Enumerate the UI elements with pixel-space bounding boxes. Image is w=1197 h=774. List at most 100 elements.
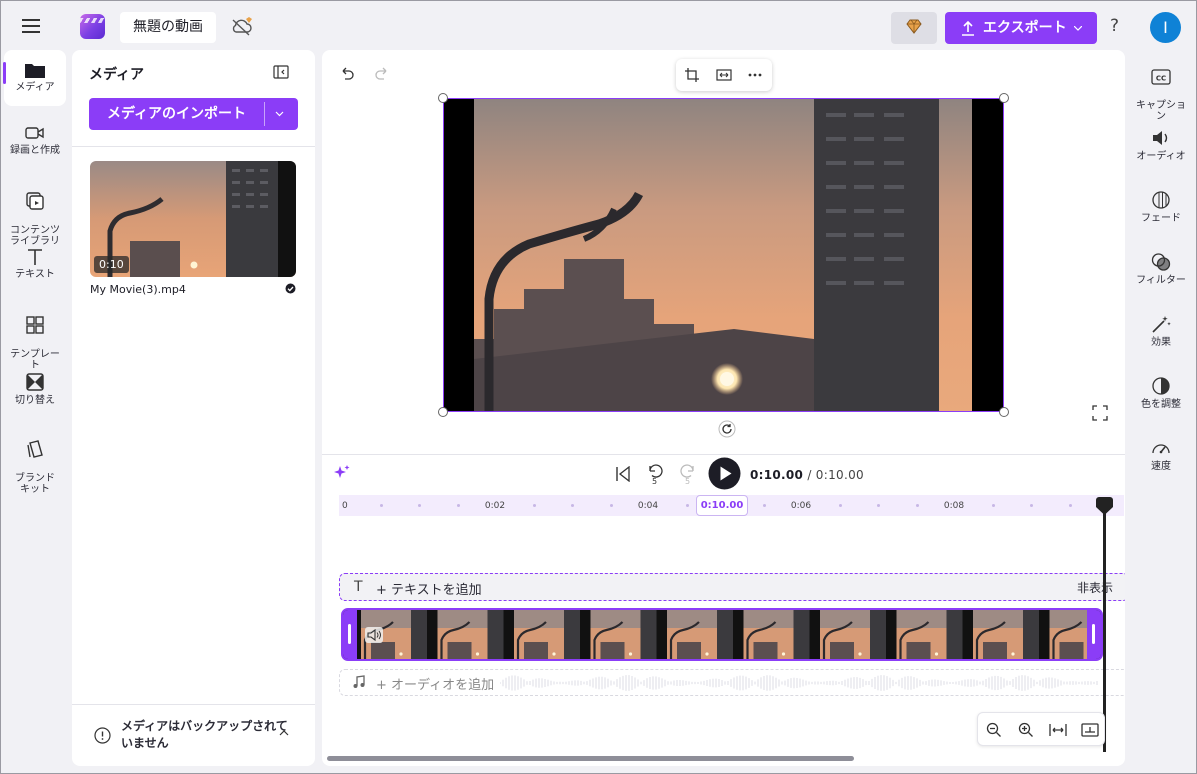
resize-handle[interactable]	[999, 407, 1009, 417]
sidebar-item-media[interactable]: メディア	[4, 50, 66, 106]
properties-item-captions[interactable]: CC キャプショ ン	[1130, 57, 1192, 122]
timeline-layout-icon[interactable]	[1081, 722, 1099, 738]
clip-filmstrip	[357, 610, 1087, 659]
properties-item-fade[interactable]: フェード	[1130, 190, 1192, 224]
ruler-tick	[456, 504, 460, 507]
sidebar-item-record[interactable]: 録画と作成	[4, 124, 66, 156]
color-adjust-icon	[1152, 377, 1170, 395]
redo-icon[interactable]	[374, 66, 390, 80]
skip-to-start-icon[interactable]	[615, 466, 631, 482]
zoom-out-icon[interactable]	[986, 722, 1002, 738]
chevron-down-icon[interactable]	[275, 111, 284, 117]
properties-item-color-adjust[interactable]: 色を調整	[1130, 376, 1192, 410]
export-button[interactable]: エクスポート	[945, 12, 1097, 44]
more-options-icon[interactable]	[748, 73, 762, 77]
filmstrip-frame	[816, 610, 893, 659]
hide-track-button[interactable]: 非表示	[1077, 579, 1113, 596]
timecode: 0:10.00 / 0:10.00	[750, 468, 864, 482]
backup-notice[interactable]: メディアはバックアップされていません	[72, 704, 315, 766]
properties-item-label: フェード	[1141, 213, 1181, 224]
resize-handle[interactable]	[438, 93, 448, 103]
filmstrip-frame	[969, 610, 1046, 659]
crop-icon[interactable]	[684, 67, 700, 83]
transition-icon	[26, 373, 44, 391]
checkmark-circle-icon	[285, 283, 296, 294]
ruler-tick-label: 0:06	[790, 501, 812, 511]
video-track-clip[interactable]	[341, 608, 1103, 661]
properties-item-speed[interactable]: 速度	[1130, 438, 1192, 472]
trim-handle-left[interactable]	[343, 610, 357, 659]
cloud-offline-icon[interactable]	[230, 16, 256, 38]
properties-item-label: 色を調整	[1141, 399, 1181, 410]
resize-handle[interactable]	[438, 407, 448, 417]
project-title[interactable]: 無題の動画	[120, 12, 216, 43]
horizontal-scrollbar[interactable]	[327, 756, 854, 761]
ruler-tick-label: 0:02	[484, 501, 506, 511]
rewind-5-button[interactable]: 5	[646, 464, 666, 488]
filmstrip-frame	[892, 610, 969, 659]
forward-icon	[680, 464, 694, 478]
sidebar-item-content-library[interactable]: コンテンツ ライブラリ	[4, 180, 66, 247]
playhead-handle-icon[interactable]	[1095, 496, 1114, 516]
properties-item-label: 効果	[1151, 337, 1171, 348]
media-thumbnail[interactable]: 0:10	[90, 161, 296, 277]
sidebar-item-text[interactable]: テキスト	[4, 248, 66, 280]
filmstrip-frame	[663, 610, 740, 659]
fade-icon	[1152, 191, 1170, 209]
import-media-button[interactable]: メディアのインポート	[89, 98, 298, 130]
play-icon[interactable]	[708, 457, 741, 490]
properties-item-effects[interactable]: 効果	[1130, 314, 1192, 348]
active-indicator	[3, 62, 6, 84]
current-time: 0:10.00	[750, 468, 804, 482]
sidebar-item-label: ブランド キット	[15, 473, 55, 495]
waveform-path	[500, 675, 1098, 691]
sidebar-item-label: テキスト	[15, 269, 55, 280]
trim-handle-right[interactable]	[1087, 610, 1101, 659]
audio-track[interactable]: + オーディオを追加	[339, 669, 1125, 696]
collapse-panel-icon[interactable]	[273, 65, 289, 79]
filmstrip-frame	[586, 610, 663, 659]
resize-handle[interactable]	[999, 93, 1009, 103]
folder-icon	[25, 64, 45, 78]
zoom-in-icon[interactable]	[1018, 722, 1034, 738]
avatar[interactable]: I	[1150, 12, 1181, 43]
effects-icon	[1152, 316, 1171, 333]
text-icon: T	[354, 579, 363, 595]
import-media-label: メディアのインポート	[106, 106, 247, 122]
sidebar-item-transitions[interactable]: 切り替え	[4, 372, 66, 406]
undo-icon[interactable]	[339, 66, 355, 80]
video-preview[interactable]	[443, 98, 1004, 412]
properties-item-audio[interactable]: オーディオ	[1130, 128, 1192, 162]
speaker-icon[interactable]	[365, 627, 383, 643]
fit-timeline-icon[interactable]	[1049, 722, 1067, 738]
forward-5-button[interactable]: 5	[679, 464, 699, 488]
info-icon	[94, 727, 111, 744]
rotate-icon[interactable]	[718, 420, 736, 438]
sidebar-item-brand-kit[interactable]: ブランド キット	[4, 428, 66, 495]
chevron-down-icon	[1074, 26, 1082, 31]
chevron-up-icon[interactable]	[279, 730, 289, 736]
audio-waveform-placeholder	[500, 675, 1098, 691]
properties-item-filter[interactable]: フィルター	[1130, 252, 1192, 286]
ruler-tick	[380, 504, 383, 507]
total-time: / 0:10.00	[807, 468, 864, 482]
captions-icon: CC	[1151, 69, 1171, 85]
fit-icon[interactable]	[716, 68, 732, 82]
ruler-tick	[762, 504, 766, 507]
ruler-tick	[571, 504, 575, 507]
ruler-tick	[915, 504, 919, 507]
ruler-tick	[533, 504, 536, 507]
fullscreen-icon[interactable]	[1092, 405, 1108, 421]
menu-icon[interactable]	[22, 18, 42, 34]
help-button[interactable]: ?	[1110, 16, 1119, 36]
sunset-preview-image	[444, 99, 1003, 411]
properties-item-label: キャプショ ン	[1136, 100, 1186, 122]
premium-button[interactable]	[891, 12, 937, 44]
ruler-tick-label: 0:08	[943, 501, 965, 511]
sparkle-icon[interactable]	[334, 464, 350, 480]
brand-kit-icon	[27, 440, 43, 458]
sidebar-item-templates[interactable]: テンプレー ト	[4, 304, 66, 371]
filmstrip-frame	[739, 610, 816, 659]
text-track[interactable]: T + テキストを追加 非表示	[339, 573, 1125, 601]
library-icon	[26, 192, 44, 210]
